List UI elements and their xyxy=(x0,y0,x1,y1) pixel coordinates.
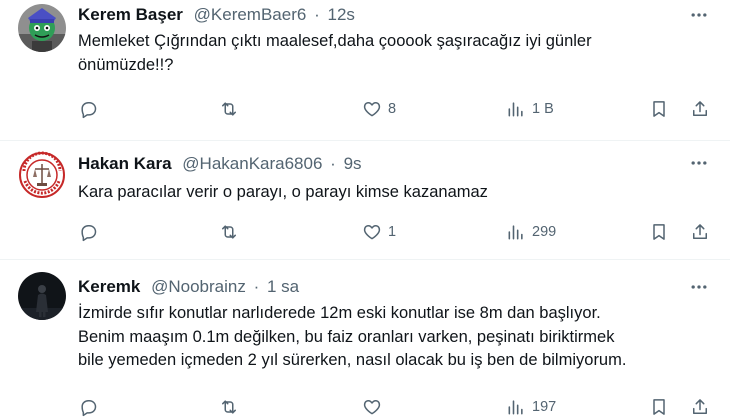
heart-icon xyxy=(363,400,381,415)
view-count: 1 B xyxy=(532,101,554,117)
retweet-button[interactable] xyxy=(219,97,239,121)
tweet-actions: 197 xyxy=(0,395,730,419)
tweet-feed: Kerem Başer @KeremBaer6 · 12s Memleket Ç… xyxy=(0,0,730,420)
views-icon xyxy=(508,225,523,240)
more-options-button[interactable] xyxy=(686,277,712,297)
reply-icon xyxy=(81,400,97,417)
retweet-icon xyxy=(222,102,236,116)
bookmark-button[interactable] xyxy=(649,220,669,244)
avatar[interactable] xyxy=(18,151,66,199)
view-count: 197 xyxy=(532,399,557,415)
separator-dot: · xyxy=(330,154,336,173)
views-button[interactable]: 299 xyxy=(506,220,556,244)
heart-icon xyxy=(363,225,381,240)
like-button[interactable] xyxy=(362,395,388,419)
reply-icon xyxy=(81,225,97,242)
retweet-icon xyxy=(222,400,236,414)
separator-dot: · xyxy=(253,277,260,296)
tweet[interactable]: Kerem Başer @KeremBaer6 · 12s Memleket Ç… xyxy=(0,0,730,141)
reply-icon xyxy=(81,102,97,119)
reply-button[interactable] xyxy=(78,395,98,419)
share-icon xyxy=(693,399,707,414)
display-name[interactable]: Hakan Kara xyxy=(78,154,172,173)
bookmark-button[interactable] xyxy=(649,395,669,419)
tweet-text: Memleket Çığrından çıktı maalesef,daha ç… xyxy=(78,30,710,77)
timestamp[interactable]: 9s xyxy=(344,154,362,173)
heart-icon xyxy=(363,102,381,117)
bookmark-icon xyxy=(653,399,665,415)
user-handle[interactable]: @Noobrainz xyxy=(151,277,246,296)
separator-dot: · xyxy=(314,5,320,24)
more-horizontal-icon xyxy=(691,285,707,289)
tweet[interactable]: Keremk @Noobrainz · 1 sa İzmirde sıfır k… xyxy=(0,260,730,420)
tweet-text-line: İzmirde sıfır konutlar narlıderede 12m e… xyxy=(78,304,601,322)
tweet-actions: 1 299 xyxy=(0,220,730,244)
like-count: 8 xyxy=(388,101,397,117)
tweet-header: Hakan Kara @HakanKara6806 · 9s xyxy=(78,153,670,175)
tweet-actions: 8 1 B xyxy=(0,97,730,121)
tweet-header: Keremk @Noobrainz · 1 sa xyxy=(78,276,670,298)
more-horizontal-icon xyxy=(691,13,707,17)
views-button[interactable]: 1 B xyxy=(506,97,554,121)
like-button[interactable]: 1 xyxy=(362,220,396,244)
tweet-text-line: Kara paracılar verir o parayı, o parayı … xyxy=(78,183,488,201)
views-icon xyxy=(508,400,523,415)
avatar[interactable] xyxy=(18,4,66,52)
user-handle[interactable]: @KeremBaer6 xyxy=(194,5,307,24)
timestamp[interactable]: 1 sa xyxy=(267,277,299,296)
tweet-text-line: Memleket Çığrından çıktı maalesef,daha ç… xyxy=(78,32,592,50)
share-icon xyxy=(693,224,707,239)
reply-button[interactable] xyxy=(78,97,98,121)
tweet-header: Kerem Başer @KeremBaer6 · 12s xyxy=(78,4,670,26)
tweet-text-line: önümüzde!!? xyxy=(78,55,174,74)
avatar[interactable] xyxy=(18,272,66,320)
display-name[interactable]: Keremk xyxy=(78,277,140,296)
views-button[interactable]: 197 xyxy=(506,395,556,419)
view-count: 299 xyxy=(532,224,557,240)
share-button[interactable] xyxy=(690,220,710,244)
more-options-button[interactable] xyxy=(686,153,712,173)
tweet-text-line: Benim maaşım 0.1m değilken, bu faiz oran… xyxy=(78,327,615,346)
share-button[interactable] xyxy=(690,97,710,121)
tweet[interactable]: Hakan Kara @HakanKara6806 · 9s Kara para… xyxy=(0,141,730,260)
reply-button[interactable] xyxy=(78,220,98,244)
bookmark-button[interactable] xyxy=(649,97,669,121)
retweet-button[interactable] xyxy=(219,220,239,244)
like-button[interactable]: 8 xyxy=(362,97,396,121)
share-button[interactable] xyxy=(690,395,710,419)
timestamp[interactable]: 12s xyxy=(327,5,354,24)
tweet-text-line: bile yemeden içmeden 2 yıl sürerken, nas… xyxy=(78,351,627,369)
tweet-text: İzmirde sıfır konutlar narlıderede 12m e… xyxy=(78,302,710,373)
bookmark-icon xyxy=(653,224,665,240)
more-horizontal-icon xyxy=(691,161,707,165)
retweet-icon xyxy=(222,225,236,239)
retweet-button[interactable] xyxy=(219,395,239,419)
views-icon xyxy=(508,102,523,117)
more-options-button[interactable] xyxy=(686,5,712,25)
display-name[interactable]: Kerem Başer xyxy=(78,5,183,24)
share-icon xyxy=(693,101,707,116)
bookmark-icon xyxy=(653,101,665,117)
tweet-text: Kara paracılar verir o parayı, o parayı … xyxy=(78,181,710,205)
like-count: 1 xyxy=(388,224,397,240)
user-handle[interactable]: @HakanKara6806 xyxy=(182,154,322,173)
